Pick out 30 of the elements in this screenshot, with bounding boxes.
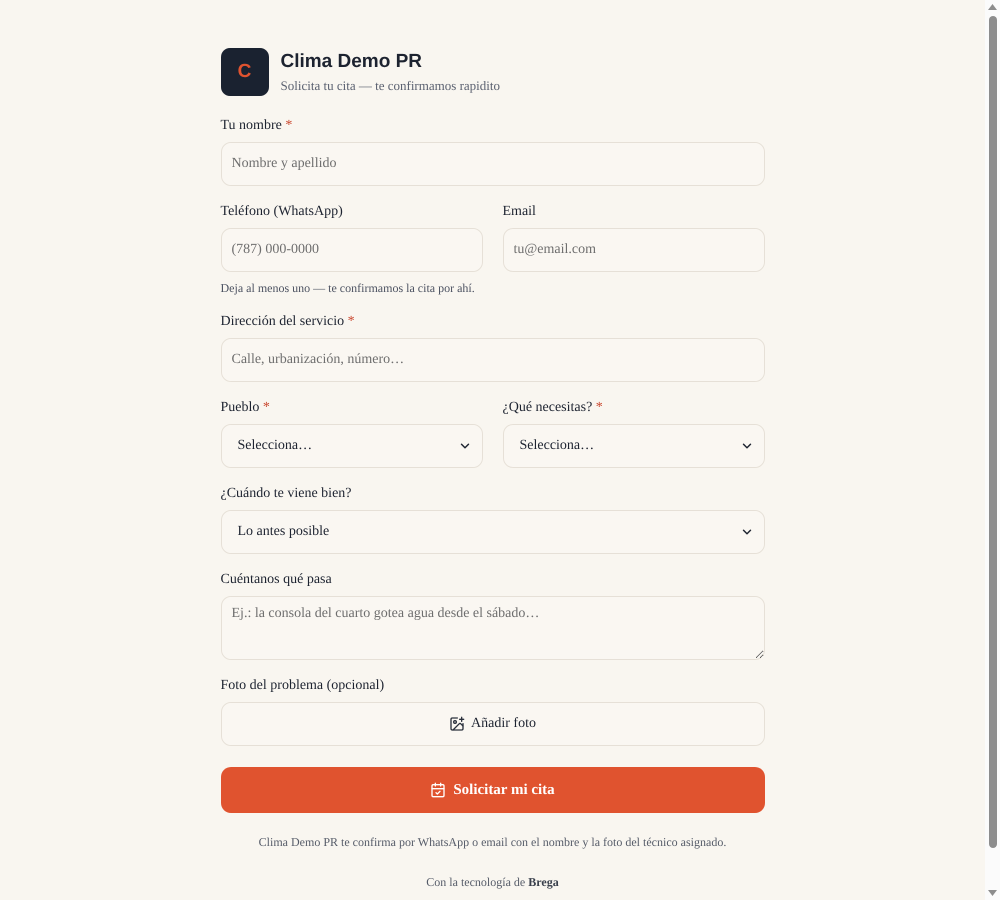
field-label: Email: [502, 204, 536, 220]
scroll-up-arrow-icon[interactable]: [988, 4, 997, 10]
select-dropdown[interactable]: Lo antes posible: [220, 510, 764, 554]
field-label: Cuéntanos qué pasa: [220, 572, 332, 588]
scrollbar-thumb[interactable]: [988, 16, 996, 848]
text-input[interactable]: Calle, urbanización, número…: [220, 338, 764, 382]
calendar-check-icon: [430, 782, 446, 798]
field-label: ¿Qué necesitas? *: [502, 400, 603, 416]
select-dropdown[interactable]: Selecciona…: [220, 424, 482, 468]
field-label: Foto del problema (opcional): [220, 678, 384, 694]
field-label: Tu nombre *: [220, 118, 292, 134]
page-subtitle: Solicita tu cita — te confirmamos rapidito: [280, 77, 500, 94]
field-label: Pueblo *: [220, 400, 270, 416]
confirmation-note: Clima Demo PR te confirma por WhatsApp o email con el nombre y la foto del técnico asignado.: [258, 835, 726, 850]
submit-button[interactable]: Solicitar mi cita: [220, 767, 764, 813]
page-title: Clima Demo PR: [280, 50, 423, 74]
field-label: Teléfono (WhatsApp): [220, 204, 343, 220]
field-label: Dirección del servicio *: [220, 314, 355, 330]
textarea-field[interactable]: Ej.: la consola del cuarto gotea agua desde el sábado…: [220, 596, 764, 660]
select-dropdown[interactable]: Selecciona…: [502, 424, 764, 468]
field-label: ¿Cuándo te viene bien?: [220, 486, 352, 502]
text-input[interactable]: tu@email.com: [502, 228, 764, 272]
powered-by-text: Con la tecnología de Brega: [426, 875, 559, 890]
logo: C: [220, 48, 268, 96]
add-photo-button[interactable]: Añadir foto: [220, 702, 764, 746]
image-plus-icon: [449, 716, 466, 732]
scroll-down-arrow-icon[interactable]: [988, 890, 997, 896]
text-input[interactable]: (787) 000-0000: [220, 228, 482, 272]
helper-text: Deja al menos uno — te confirmamos la cita por ahí.: [220, 281, 475, 296]
text-input[interactable]: Nombre y apellido: [220, 142, 764, 186]
